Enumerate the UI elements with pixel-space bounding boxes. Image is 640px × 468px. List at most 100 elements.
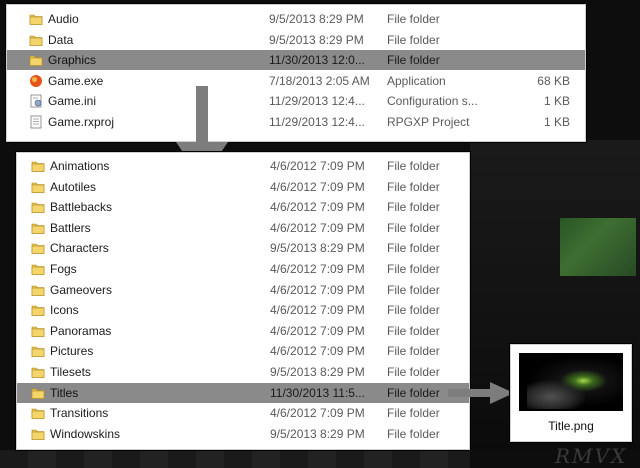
file-name: Characters <box>50 241 109 256</box>
file-name: Windowskins <box>50 426 121 441</box>
file-date: 9/5/2013 8:29 PM <box>270 365 365 379</box>
background-watermark: RMVX <box>555 444 628 468</box>
folder-icon <box>31 324 45 338</box>
file-row-windowskins[interactable]: Windowskins 9/5/2013 8:29 PM File folder <box>17 424 469 444</box>
file-date: 4/6/2012 7:09 PM <box>270 200 365 215</box>
file-name: Transitions <box>50 406 109 421</box>
file-type: File folder <box>387 179 440 194</box>
file-type: File folder <box>387 365 440 379</box>
folder-icon <box>31 344 45 358</box>
file-size: 1 KB <box>543 115 570 129</box>
file-row-characters[interactable]: Characters 9/5/2013 8:29 PM File folder <box>17 238 469 258</box>
folder-icon <box>31 427 45 441</box>
title-image-thumbnail[interactable] <box>519 353 623 411</box>
file-date: 9/5/2013 8:29 PM <box>269 32 364 47</box>
file-date: 11/29/2013 12:4... <box>269 115 365 129</box>
file-row-fogs[interactable]: Fogs 4/6/2012 7:09 PM File folder <box>17 259 469 279</box>
file-row-titles[interactable]: Titles 11/30/2013 11:5... File folder <box>17 382 469 403</box>
file-size: 1 KB <box>543 94 570 109</box>
file-date: 4/6/2012 7:09 PM <box>270 159 365 173</box>
folder-icon <box>29 53 43 67</box>
arrow-right-icon <box>448 382 514 404</box>
file-type: Configuration s... <box>387 94 478 109</box>
file-type: File folder <box>387 282 440 297</box>
file-name: Game.rxproj <box>48 115 115 129</box>
file-row-tilesets[interactable]: Tilesets 9/5/2013 8:29 PM File folder <box>17 362 469 382</box>
file-name: Game.exe <box>48 73 104 88</box>
file-date: 11/30/2013 11:5... <box>270 385 365 400</box>
file-name: Animations <box>50 159 110 173</box>
file-type: File folder <box>387 53 440 68</box>
file-date: 4/6/2012 7:09 PM <box>270 262 365 276</box>
file-row-data[interactable]: Data 9/5/2013 8:29 PM File folder <box>7 30 585 50</box>
file-date: 4/6/2012 7:09 PM <box>270 220 365 235</box>
file-type: File folder <box>387 323 440 338</box>
file-date: 7/18/2013 2:05 AM <box>269 73 370 88</box>
file-name: Battlebacks <box>50 200 113 215</box>
title-preview[interactable]: Title.png <box>510 344 632 442</box>
file-row-transitions[interactable]: Transitions 4/6/2012 7:09 PM File folder <box>17 403 469 423</box>
thumbnail-fog <box>527 379 587 409</box>
folder-icon <box>31 365 45 379</box>
file-type: File folder <box>387 220 440 235</box>
folder-icon <box>31 221 45 235</box>
file-name: Fogs <box>50 262 77 276</box>
folder-icon <box>31 283 45 297</box>
folder-icon <box>31 406 45 420</box>
graphics-folder-listing: Animations 4/6/2012 7:09 PM File folder Aut… <box>16 152 470 450</box>
file-date: 11/30/2013 12:0... <box>269 53 365 68</box>
file-type: File folder <box>387 426 440 441</box>
file-date: 11/29/2013 12:4... <box>269 94 365 109</box>
file-row-icons[interactable]: Icons 4/6/2012 7:09 PM File folder <box>17 300 469 320</box>
file-name: Autotiles <box>50 179 97 194</box>
file-type: File folder <box>387 262 440 276</box>
file-row-battlebacks[interactable]: Battlebacks 4/6/2012 7:09 PM File folder <box>17 197 469 217</box>
file-row-game-rxproj[interactable]: Game.rxproj 11/29/2013 12:4... RPGXP Proje… <box>7 112 585 132</box>
preview-file-name: Title.png <box>548 419 594 433</box>
file-name: Panoramas <box>50 323 112 338</box>
file-type: File folder <box>387 159 440 173</box>
file-size: 68 KB <box>537 73 570 88</box>
file-row-autotiles[interactable]: Autotiles 4/6/2012 7:09 PM File folder <box>17 177 469 197</box>
file-type: File folder <box>387 385 440 400</box>
project-file-icon <box>29 115 43 129</box>
file-date: 4/6/2012 7:09 PM <box>270 303 365 318</box>
folder-icon <box>31 303 45 317</box>
file-row-pictures[interactable]: Pictures 4/6/2012 7:09 PM File folder <box>17 341 469 361</box>
folder-icon <box>31 200 45 214</box>
folder-icon <box>31 241 45 255</box>
file-name: Pictures <box>50 344 94 359</box>
folder-icon <box>29 33 43 47</box>
file-date: 4/6/2012 7:09 PM <box>270 179 365 194</box>
root-folder-listing: Audio 9/5/2013 8:29 PM File folder Data 9/5/… <box>6 4 586 142</box>
background-map-thumbnail <box>560 218 636 276</box>
background-taskbar <box>0 450 470 468</box>
file-row-panoramas[interactable]: Panoramas 4/6/2012 7:09 PM File folder <box>17 321 469 341</box>
file-type: File folder <box>387 12 440 26</box>
folder-icon <box>31 262 45 276</box>
file-row-audio[interactable]: Audio 9/5/2013 8:29 PM File folder <box>7 9 585 29</box>
file-row-graphics[interactable]: Graphics 11/30/2013 12:0... File folder <box>7 50 585 71</box>
game-exe-icon <box>29 74 43 88</box>
file-date: 4/6/2012 7:09 PM <box>270 323 365 338</box>
file-row-animations[interactable]: Animations 4/6/2012 7:09 PM File folder <box>17 156 469 176</box>
file-name: Graphics <box>48 53 97 68</box>
file-row-game-ini[interactable]: Game.ini 11/29/2013 12:4... Configuration … <box>7 91 585 111</box>
file-date: 4/6/2012 7:09 PM <box>270 406 365 421</box>
folder-icon <box>29 12 43 26</box>
file-type: Application <box>387 73 446 88</box>
file-name: Data <box>48 32 74 47</box>
folder-icon <box>31 159 45 173</box>
file-type: RPGXP Project <box>387 115 470 129</box>
file-name: Titles <box>50 385 79 400</box>
file-type: File folder <box>387 344 440 359</box>
folder-icon <box>31 180 45 194</box>
file-name: Game.ini <box>48 94 97 109</box>
file-date: 4/6/2012 7:09 PM <box>270 282 365 297</box>
file-row-game-exe[interactable]: Game.exe 7/18/2013 2:05 AM Application 68 K… <box>7 71 585 91</box>
file-date: 9/5/2013 8:29 PM <box>270 241 365 256</box>
file-row-gameovers[interactable]: Gameovers 4/6/2012 7:09 PM File folder <box>17 280 469 300</box>
file-type: File folder <box>387 200 440 215</box>
file-row-battlers[interactable]: Battlers 4/6/2012 7:09 PM File folder <box>17 218 469 238</box>
file-name: Gameovers <box>50 282 113 297</box>
